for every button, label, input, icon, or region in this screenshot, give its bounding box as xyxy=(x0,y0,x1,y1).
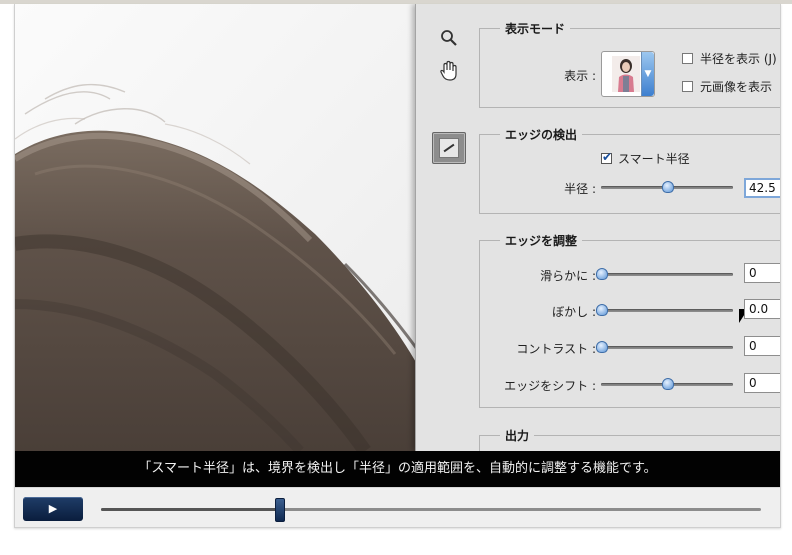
feather-slider[interactable] xyxy=(596,304,733,316)
hair-photo xyxy=(15,4,417,451)
shift-edge-slider[interactable] xyxy=(601,378,733,390)
play-icon: ▶ xyxy=(48,502,58,515)
edge-detection-group: エッジの検出 スマート半径 半径 : 42.5 xyxy=(479,126,780,323)
shift-edge-label: エッジをシフト : xyxy=(504,379,596,393)
adjust-edge-group: エッジを調整 滑らかに : 0 ぼかし : 0.0 コントラスト : 0 エッジ… xyxy=(479,232,780,408)
contrast-slider-knob[interactable] xyxy=(596,341,608,353)
feather-value-field[interactable]: 0.0 xyxy=(744,299,780,319)
seek-handle[interactable] xyxy=(275,498,286,522)
contrast-label: コントラスト : xyxy=(516,342,596,356)
smooth-value-field[interactable]: 0 xyxy=(744,263,780,283)
radius-slider-knob[interactable] xyxy=(662,181,674,193)
show-original-checkbox[interactable] xyxy=(682,81,693,92)
show-radius-label: 半径を表示 (J) xyxy=(700,52,777,66)
shift-edge-slider-knob[interactable] xyxy=(662,378,674,390)
hand-icon[interactable] xyxy=(438,60,460,82)
refine-radius-tool-icon[interactable] xyxy=(432,132,466,164)
feather-label: ぼかし : xyxy=(552,305,596,319)
radius-label: 半径 : xyxy=(564,182,596,196)
output-title: 出力 xyxy=(500,427,535,444)
view-mode-dropdown[interactable]: ▼ xyxy=(601,51,655,97)
refine-edge-panel: 表示モード 表示 : ▼ 半径を表示 (J) 元画像を表示 エッジの検出 ✔ ス… xyxy=(415,4,780,451)
view-thumbnail xyxy=(612,56,640,92)
view-label: 表示 : xyxy=(564,69,596,83)
subtitle-caption: 「スマート半径」は、境界を検出し「半径」の適用範囲を、自動的に調整する機能です。 xyxy=(15,451,780,487)
adjust-edge-title: エッジを調整 xyxy=(500,232,583,249)
player-controls: ▶ xyxy=(15,487,780,527)
radius-slider[interactable] xyxy=(601,181,733,193)
edge-detection-title: エッジの検出 xyxy=(500,126,583,143)
smart-radius-checkbox[interactable] xyxy=(601,150,612,164)
zoom-icon[interactable] xyxy=(438,28,460,50)
contrast-value-field[interactable]: 0 xyxy=(744,336,780,356)
contrast-slider[interactable] xyxy=(596,341,733,353)
view-mode-title: 表示モード xyxy=(500,20,571,37)
show-original-label: 元画像を表示 xyxy=(700,80,773,94)
show-radius-checkbox[interactable] xyxy=(682,53,693,64)
view-mode-group: 表示モード 表示 : ▼ 半径を表示 (J) 元画像を表示 xyxy=(479,20,780,108)
smart-radius-label: スマート半径 xyxy=(618,152,690,166)
smooth-label: 滑らかに : xyxy=(540,269,596,283)
chevron-down-icon[interactable]: ▼ xyxy=(641,52,654,96)
feather-slider-knob[interactable] xyxy=(596,304,608,316)
seek-progress xyxy=(101,508,280,511)
play-button[interactable]: ▶ xyxy=(23,497,83,521)
smooth-slider[interactable] xyxy=(596,268,733,280)
video-player: 表示モード 表示 : ▼ 半径を表示 (J) 元画像を表示 エッジの検出 ✔ ス… xyxy=(14,4,781,528)
smooth-slider-knob[interactable] xyxy=(596,268,608,280)
video-frame: 表示モード 表示 : ▼ 半径を表示 (J) 元画像を表示 エッジの検出 ✔ ス… xyxy=(15,4,780,451)
seek-bar[interactable] xyxy=(101,498,761,522)
radius-value-field[interactable]: 42.5 xyxy=(744,178,780,198)
output-group: 出力 xyxy=(479,427,780,451)
shift-edge-value-field[interactable]: 0 xyxy=(744,373,780,393)
